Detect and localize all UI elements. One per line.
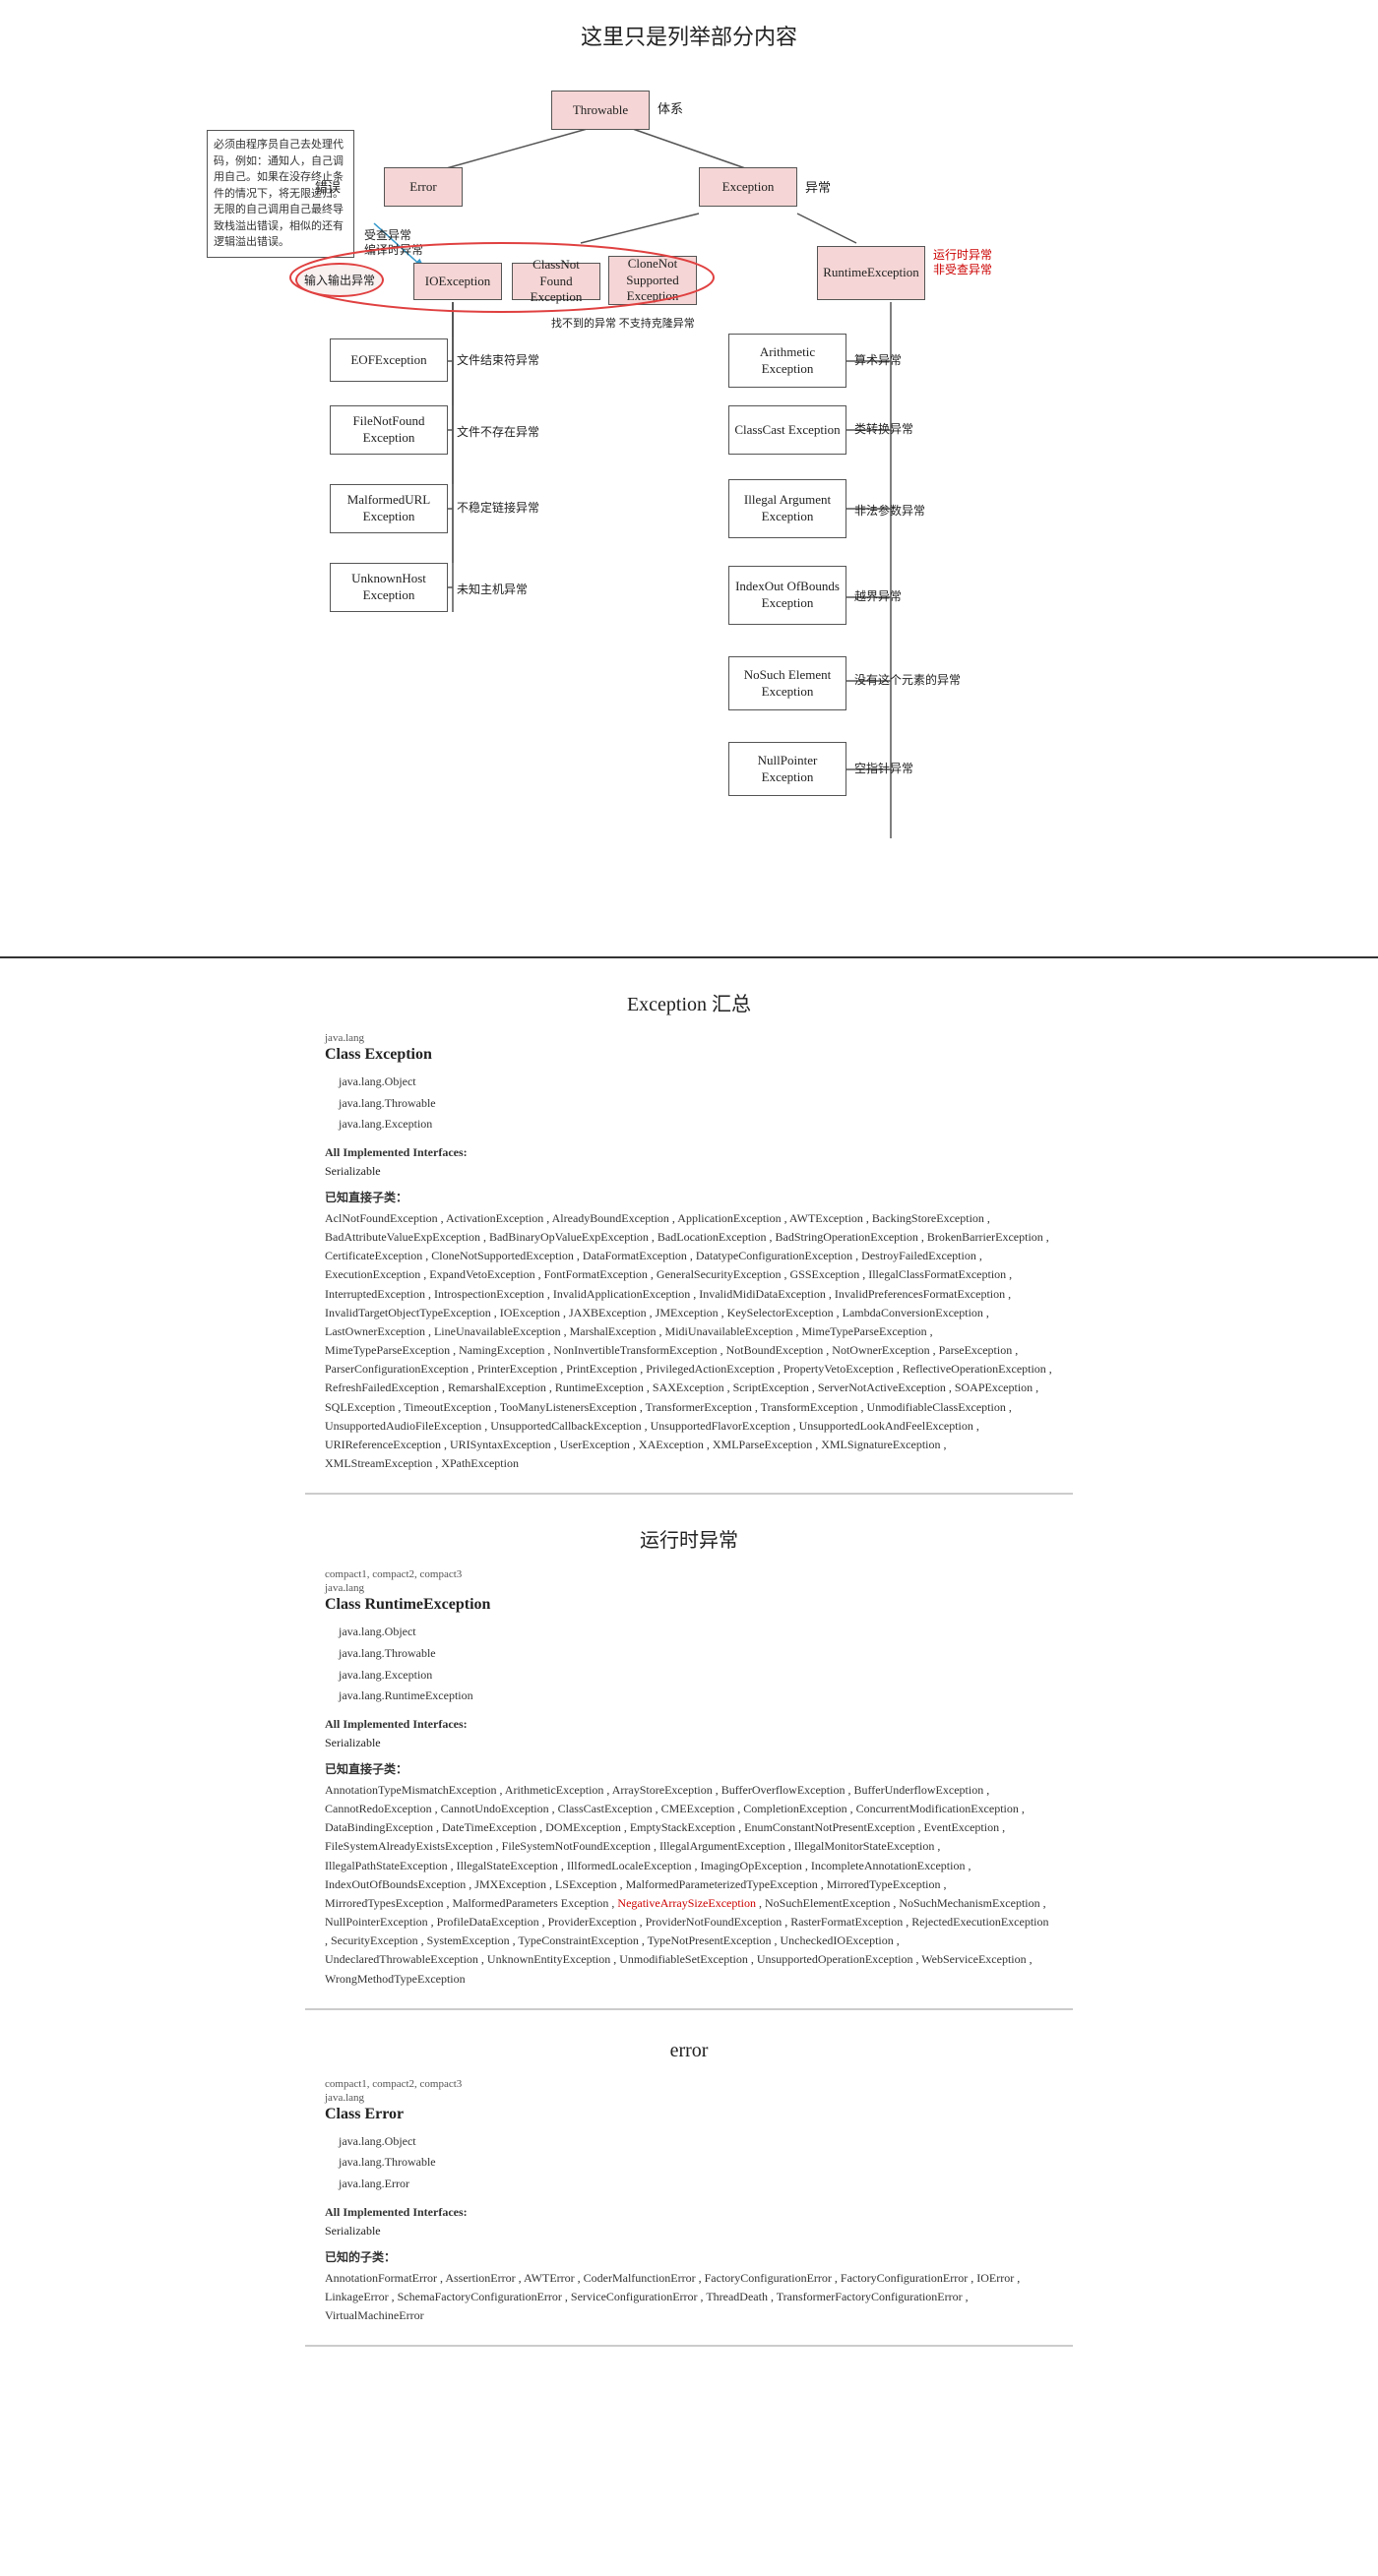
error-package-lang: java.lang — [325, 2092, 1053, 2104]
exception-impl-label: All Implemented Interfaces: — [325, 1145, 1053, 1160]
throwable-box: Throwable — [551, 91, 650, 130]
error-subclasses-text: AnnotationFormatError , AssertionError ,… — [325, 2269, 1053, 2326]
malformedurl-box: MalformedURL Exception — [330, 484, 448, 533]
zhongjie-label: 空指针异常 — [854, 760, 913, 776]
error-hier-2: java.lang.Throwable — [325, 2152, 1053, 2174]
error-impl-label: All Implemented Interfaces: — [325, 2205, 1053, 2220]
diagram-section: 这里只是列举部分内容 — [0, 0, 1378, 958]
hierarchy-line-3: java.lang.Exception — [325, 1114, 1053, 1135]
exception-class-title: Class Exception — [325, 1046, 1053, 1064]
hierarchy-line-1: java.lang.Object — [325, 1072, 1053, 1093]
nullpointer-box: NullPointer Exception — [728, 742, 846, 796]
classnotfound-box: ClassNot Found Exception — [512, 263, 600, 300]
exception-summary-title: Exception 汇总 — [325, 988, 1053, 1016]
indexout-box: IndexOut OfBounds Exception — [728, 566, 846, 625]
filenotfound-box: FileNotFound Exception — [330, 405, 448, 455]
meiyou-label: 没有这个元素的异常 — [854, 671, 961, 688]
hierarchy-line-2: java.lang.Throwable — [325, 1093, 1053, 1115]
runtime-hier-1: java.lang.Object — [325, 1622, 1053, 1643]
inputoutput-box: 输入输出异常 — [295, 263, 384, 297]
runtime-hier-3: java.lang.Exception — [325, 1665, 1053, 1687]
weizhi-label: 未知主机异常 — [457, 581, 528, 597]
runtime-subclasses-text: AnnotationTypeMismatchException , Arithm… — [325, 1781, 1053, 1989]
arithmetic-box: Arithmetic Exception — [728, 334, 846, 388]
unknownhost-box: UnknownHost Exception — [330, 563, 448, 612]
runtime-subclasses-normal: AnnotationTypeMismatchException , Arithm… — [325, 1783, 1025, 1910]
exception-subclasses-label: 已知直接子类： — [325, 1189, 1053, 1205]
runtime-package-label: compact1, compact2, compact3 — [325, 1568, 1053, 1580]
yuejie-label: 越界异常 — [854, 587, 902, 604]
suanshu-label: 算术异常 — [854, 351, 902, 368]
runtime-exception-section: 运行时异常 compact1, compact2, compact3 java.… — [305, 1495, 1073, 2009]
classcast-box: ClassCast Exception — [728, 405, 846, 455]
exception-impl-text: Serializable — [325, 1164, 1053, 1179]
nosuch-box: NoSuch Element Exception — [728, 656, 846, 710]
exception-hierarchy: java.lang.Object java.lang.Throwable jav… — [325, 1072, 1053, 1135]
diagram-title: 这里只是列举部分内容 — [39, 20, 1339, 51]
error-impl-text: Serializable — [325, 2224, 1053, 2239]
runtime-class-title: Class RuntimeException — [325, 1596, 1053, 1614]
exception-box: Exception — [699, 167, 797, 207]
yichang-label: 异常 — [805, 177, 831, 196]
error-section: error compact1, compact2, compact3 java.… — [305, 2010, 1073, 2347]
runtime-impl-text: Serializable — [325, 1736, 1053, 1750]
ioexception-box: IOException — [413, 263, 502, 300]
runtime-section-title: 运行时异常 — [325, 1524, 1053, 1553]
error-hierarchy: java.lang.Object java.lang.Throwable jav… — [325, 2131, 1053, 2195]
runtime-box: RuntimeException — [817, 246, 925, 300]
error-package-label: compact1, compact2, compact3 — [325, 2078, 1053, 2090]
wenjianbucu-label: 文件不存在异常 — [457, 423, 539, 440]
error-section-title: error — [325, 2040, 1053, 2062]
diagram-area: 必须由程序员自己去处理代码，例如：通知人，自己调用自己。如果在没存终止条件的情况… — [217, 71, 1161, 927]
exception-summary-section: Exception 汇总 java.lang Class Exception j… — [305, 958, 1073, 1495]
runtime-package-lang: java.lang — [325, 1582, 1053, 1594]
cuowu-label: 错误 — [315, 177, 341, 196]
error-hier-1: java.lang.Object — [325, 2131, 1053, 2153]
bianyishi-label: 编译时异常 — [364, 241, 423, 258]
error-class-title: Class Error — [325, 2106, 1053, 2123]
eofexception-box: EOFException — [330, 338, 448, 382]
runtime-hierarchy: java.lang.Object java.lang.Throwable jav… — [325, 1622, 1053, 1706]
illegalarg-box: Illegal Argument Exception — [728, 479, 846, 538]
runtime-hier-4: java.lang.RuntimeException — [325, 1686, 1053, 1707]
error-subclasses-label: 已知的子类： — [325, 2248, 1053, 2265]
exception-subclasses-text: AclNotFoundException , ActivationExcepti… — [325, 1209, 1053, 1474]
wenjianjiesu-label: 文件结束符异常 — [457, 351, 539, 368]
budinglianjie-label: 不稳定链接异常 — [457, 499, 539, 516]
tishang-label: 体系 — [658, 98, 683, 117]
runtime-hier-2: java.lang.Throwable — [325, 1643, 1053, 1665]
error-box: Error — [384, 167, 463, 207]
clonenot-box: CloneNot Supported Exception — [608, 256, 697, 305]
runtime-subclasses-label: 已知直接子类： — [325, 1760, 1053, 1777]
feifa-label: 非法参数异常 — [854, 502, 925, 519]
runtime-impl-label: All Implemented Interfaces: — [325, 1717, 1053, 1732]
feishoucha-label: 非受查异常 — [933, 261, 992, 277]
error-hier-3: java.lang.Error — [325, 2174, 1053, 2195]
exception-package: java.lang — [325, 1032, 1053, 1044]
runtime-subclasses-red: NegativeArraySizeException — [617, 1896, 756, 1910]
leixing-label: 类转换异常 — [854, 420, 913, 437]
zhaobudao-label: 找不到的异常 不支持克隆异常 — [551, 315, 695, 331]
